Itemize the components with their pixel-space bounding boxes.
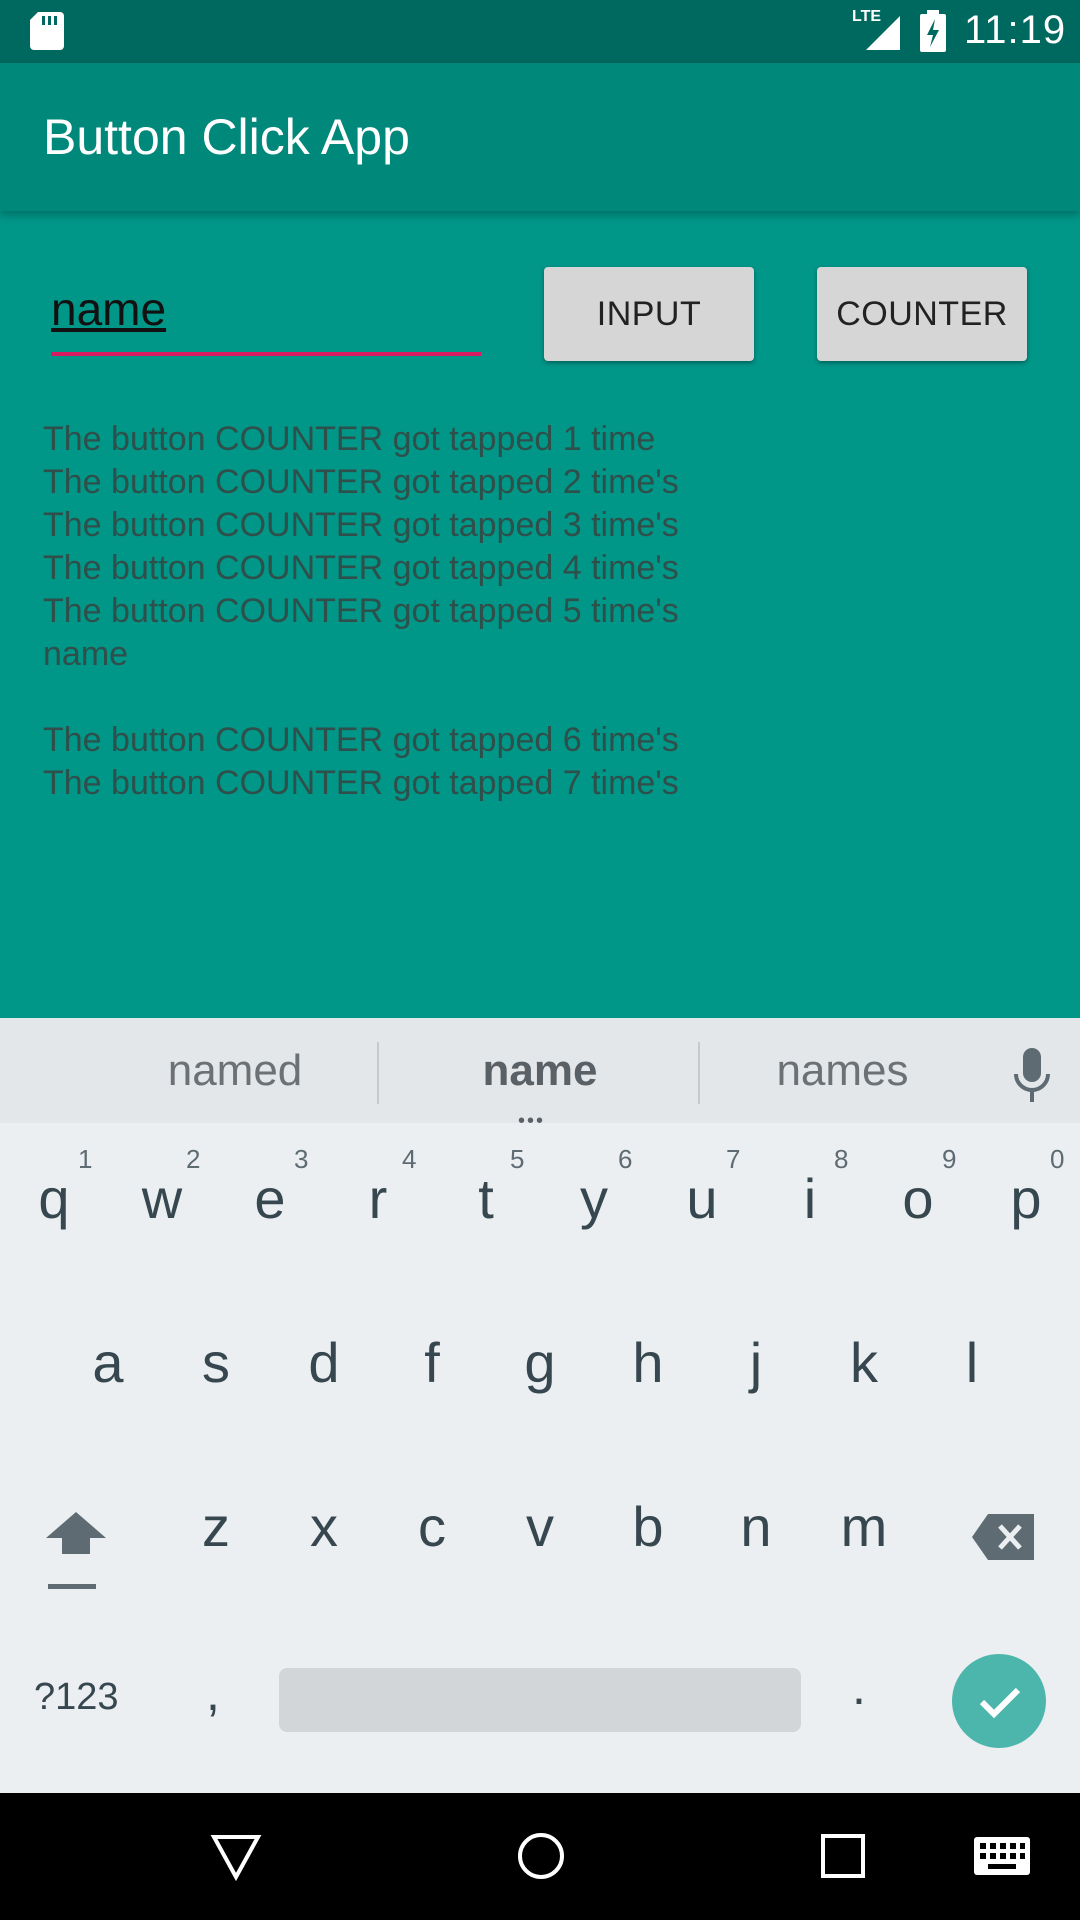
signal-icon xyxy=(866,16,900,50)
space-bar[interactable] xyxy=(279,1668,801,1732)
key-hint-2: 2 xyxy=(186,1144,201,1174)
key-p[interactable]: p xyxy=(976,1166,1076,1231)
keyboard-icon[interactable] xyxy=(974,1837,1030,1875)
enter-key[interactable] xyxy=(952,1654,1046,1748)
key-hint-8: 8 xyxy=(834,1144,849,1174)
key-j[interactable]: j xyxy=(706,1330,806,1395)
shift-icon[interactable] xyxy=(44,1508,108,1592)
home-circle-icon[interactable] xyxy=(516,1831,566,1881)
key-q[interactable]: q xyxy=(4,1166,104,1231)
key-hint-4: 4 xyxy=(402,1144,417,1174)
key-a[interactable]: a xyxy=(58,1330,158,1395)
key-n[interactable]: n xyxy=(706,1494,806,1559)
key-e[interactable]: e xyxy=(220,1166,320,1231)
key-d[interactable]: d xyxy=(274,1330,374,1395)
key-hint-7: 7 xyxy=(726,1144,741,1174)
suggestion-strip: named name ••• names xyxy=(0,1018,1080,1132)
key-hint-9: 9 xyxy=(942,1144,957,1174)
key-hint-6: 6 xyxy=(618,1144,633,1174)
period-key[interactable]: . xyxy=(852,1658,866,1716)
mic-icon[interactable] xyxy=(1012,1048,1052,1104)
suggestion-named[interactable]: named xyxy=(160,1046,310,1096)
symbols-key[interactable]: ?123 xyxy=(34,1676,119,1719)
counter-button[interactable]: COUNTER xyxy=(817,267,1027,361)
checkmark-icon xyxy=(979,1687,1021,1719)
suggestion-divider xyxy=(377,1042,379,1104)
suggestion-divider xyxy=(698,1042,700,1104)
app-title: Button Click App xyxy=(43,109,410,165)
key-c[interactable]: c xyxy=(382,1494,482,1559)
key-f[interactable]: f xyxy=(382,1330,482,1395)
key-i[interactable]: i xyxy=(760,1166,860,1231)
key-h[interactable]: h xyxy=(598,1330,698,1395)
status-bar: LTE 11:19 xyxy=(0,0,1080,63)
key-w[interactable]: w xyxy=(112,1166,212,1231)
key-x[interactable]: x xyxy=(274,1494,374,1559)
key-hint-0: 0 xyxy=(1050,1144,1065,1174)
suggestion-names[interactable]: names xyxy=(760,1046,925,1096)
key-b[interactable]: b xyxy=(598,1494,698,1559)
key-z[interactable]: z xyxy=(166,1494,266,1559)
key-v[interactable]: v xyxy=(490,1494,590,1559)
navigation-bar xyxy=(0,1793,1080,1920)
name-input[interactable] xyxy=(51,280,481,356)
key-hint-3: 3 xyxy=(294,1144,309,1174)
soft-keyboard: named name ••• names q w e r t y u i o p… xyxy=(0,1018,1080,1793)
suggestion-more-dots: ••• xyxy=(518,1110,546,1132)
key-s[interactable]: s xyxy=(166,1330,266,1395)
battery-charging-icon xyxy=(920,10,946,52)
key-r[interactable]: r xyxy=(328,1166,428,1231)
key-o[interactable]: o xyxy=(868,1166,968,1231)
comma-key[interactable]: , xyxy=(206,1664,220,1722)
sd-card-icon xyxy=(30,12,64,50)
back-triangle-icon[interactable] xyxy=(210,1833,262,1881)
backspace-icon[interactable] xyxy=(972,1514,1036,1560)
key-g[interactable]: g xyxy=(490,1330,590,1395)
suggestion-name[interactable]: name xyxy=(460,1046,620,1096)
key-t[interactable]: t xyxy=(436,1166,536,1231)
app-bar: Button Click App xyxy=(0,63,1080,211)
status-time: 11:19 xyxy=(964,8,1067,52)
key-k[interactable]: k xyxy=(814,1330,914,1395)
output-log: The button COUNTER got tapped 1 time The… xyxy=(43,420,679,802)
key-hint-5: 5 xyxy=(510,1144,525,1174)
key-y[interactable]: y xyxy=(544,1166,644,1231)
key-m[interactable]: m xyxy=(814,1494,914,1559)
key-l[interactable]: l xyxy=(922,1330,1022,1395)
key-hint-1: 1 xyxy=(78,1144,93,1174)
input-button[interactable]: INPUT xyxy=(544,267,754,361)
recents-square-icon[interactable] xyxy=(820,1833,866,1879)
key-u[interactable]: u xyxy=(652,1166,752,1231)
